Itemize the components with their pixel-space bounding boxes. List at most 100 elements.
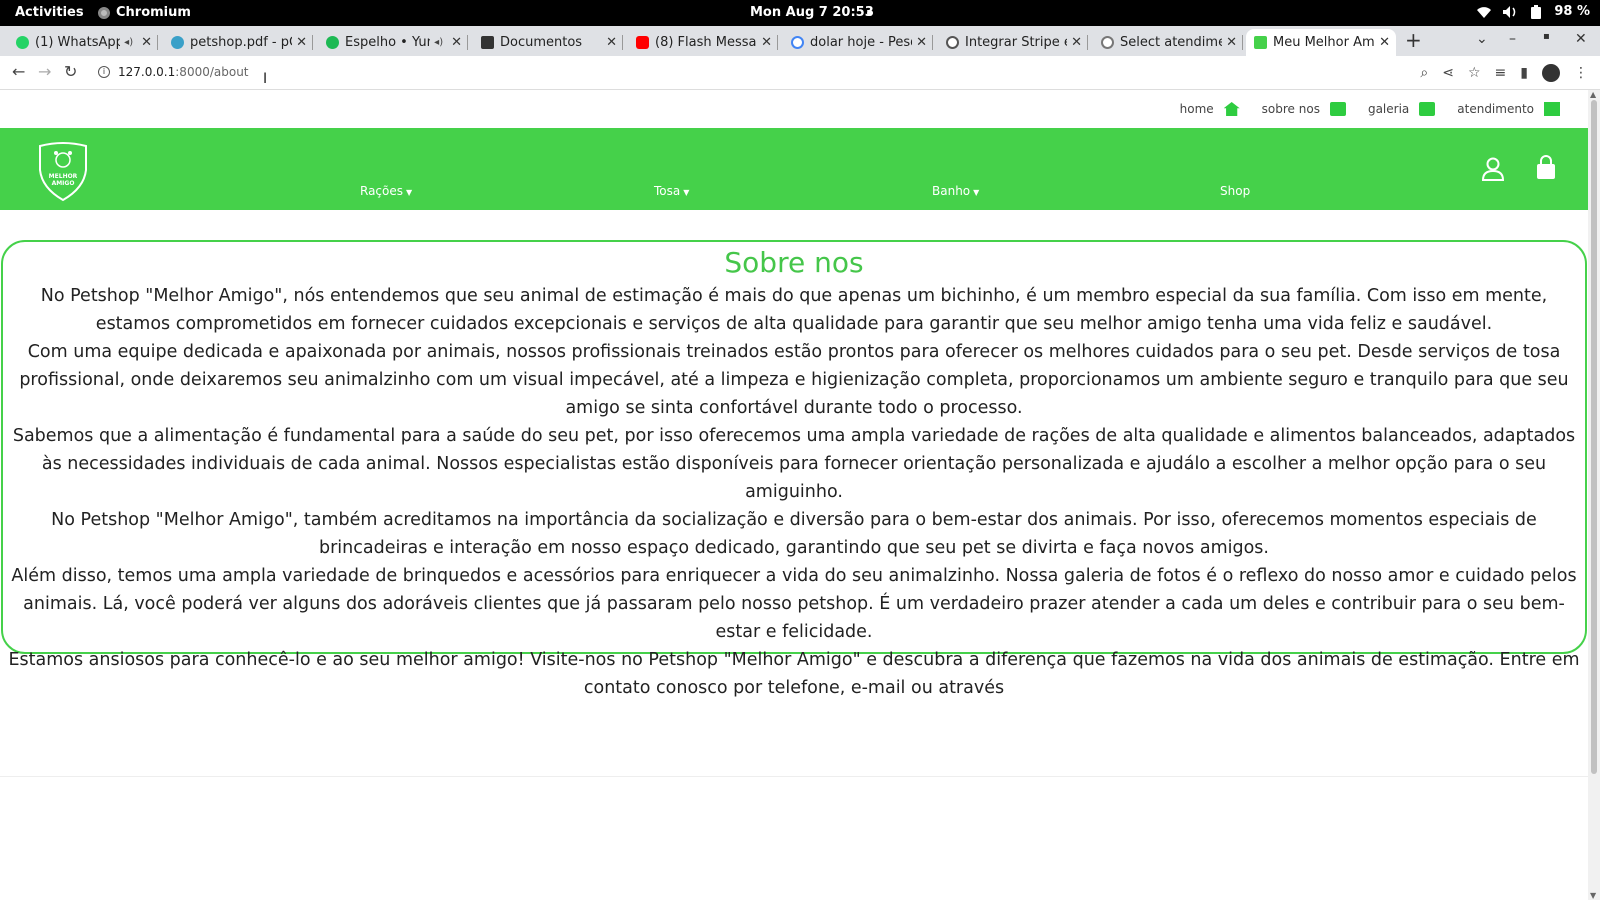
images-icon xyxy=(1419,102,1436,116)
reload-icon[interactable]: ↻ xyxy=(64,62,77,81)
side-panel-icon[interactable]: ▮ xyxy=(1520,65,1528,81)
link-atendimento[interactable]: atendimento xyxy=(1457,102,1560,116)
caret-down-icon: ▼ xyxy=(683,188,690,197)
close-icon[interactable]: ✕ xyxy=(296,35,307,50)
shopping-bag-icon[interactable] xyxy=(1533,155,1559,181)
battery-percent: 98 % xyxy=(1554,4,1590,19)
tab-title: dolar hoje - Pesqu xyxy=(810,35,912,50)
scroll-up-arrow-icon[interactable]: ▲ xyxy=(1590,90,1596,99)
activities-button[interactable]: Activities xyxy=(15,5,84,20)
tab-youtube[interactable]: (8) Flash Message ✕ xyxy=(628,29,778,56)
main-navbar: MELHOR AMIGO Rações ▼ Tosa ▼ Banho ▼ Shop xyxy=(0,128,1588,210)
top-links: home sobre nos galeria atendimento xyxy=(0,90,1588,128)
new-tab-button[interactable]: + xyxy=(1405,28,1422,52)
tab-documentos[interactable]: Documentos ✕ xyxy=(473,29,623,56)
about-paragraph-2: Com uma equipe dedicada e apaixonada por… xyxy=(19,342,1569,418)
url-path: :8000/about xyxy=(175,65,249,79)
tab-title: Espelho • Yun xyxy=(345,35,431,50)
tab-title: petshop.pdf - pCl xyxy=(190,35,293,50)
globe-icon xyxy=(1101,36,1114,49)
forward-arrow-icon[interactable]: → xyxy=(38,62,51,81)
google-icon xyxy=(791,36,804,49)
close-icon[interactable]: ✕ xyxy=(606,35,617,50)
caret-down-icon: ▼ xyxy=(406,188,413,197)
svg-text:MELHOR: MELHOR xyxy=(49,173,78,180)
tab-search-chevron-icon[interactable]: ⌄ xyxy=(1476,31,1488,47)
address-bar[interactable]: i 127.0.0.1:8000/about xyxy=(98,65,249,79)
profile-avatar-icon[interactable] xyxy=(1542,64,1560,82)
back-arrow-icon[interactable]: ← xyxy=(12,62,25,81)
about-paragraph-3: Sabemos que a alimentação é fundamental … xyxy=(12,426,1576,502)
bookmark-star-icon[interactable]: ☆ xyxy=(1468,65,1481,81)
reading-list-icon[interactable]: ≡ xyxy=(1495,65,1507,81)
tab-title: Select atendiment xyxy=(1120,35,1223,50)
menu-racoes[interactable]: Rações ▼ xyxy=(360,184,412,198)
close-icon[interactable]: ✕ xyxy=(1226,35,1237,50)
envelope-icon xyxy=(1544,102,1560,116)
clock[interactable]: Mon Aug 7 20:53 xyxy=(750,5,874,20)
share-icon[interactable]: ⋖ xyxy=(1442,65,1454,81)
menu-banho[interactable]: Banho ▼ xyxy=(932,184,979,198)
close-icon[interactable]: ✕ xyxy=(141,35,152,50)
whatsapp-icon xyxy=(16,36,29,49)
youtube-icon xyxy=(636,36,649,49)
shield-logo-icon: MELHOR AMIGO xyxy=(39,142,87,202)
system-tray[interactable]: 98 % xyxy=(1476,4,1590,19)
browser-toolbar: ← → ↻ i 127.0.0.1:8000/about Ι ⌕ ⋖ ☆ ≡ ▮… xyxy=(0,56,1600,90)
link-home[interactable]: home xyxy=(1180,102,1240,116)
site-info-icon[interactable]: i xyxy=(98,66,110,78)
link-galeria[interactable]: galeria xyxy=(1368,102,1436,116)
about-title: Sobre nos xyxy=(724,246,864,279)
chatgpt-icon xyxy=(946,36,959,49)
tab-google-search[interactable]: dolar hoje - Pesqu ✕ xyxy=(783,29,933,56)
scroll-down-arrow-icon[interactable]: ▼ xyxy=(1590,891,1596,900)
menu-banho-label: Banho xyxy=(932,184,971,198)
menu-shop[interactable]: Shop xyxy=(1220,184,1250,198)
page-scrollbar[interactable]: ▲ ▼ xyxy=(1588,90,1600,900)
wifi-icon xyxy=(1477,6,1492,18)
menu-dots-icon[interactable]: ⋮ xyxy=(1574,65,1588,81)
close-icon[interactable]: ✕ xyxy=(916,35,927,50)
tab-stripe[interactable]: Integrar Stripe em ✕ xyxy=(938,29,1088,56)
tab-meu-melhor-amigo[interactable]: Meu Melhor Amig ✕ xyxy=(1246,29,1396,56)
site-logo[interactable]: MELHOR AMIGO xyxy=(32,140,94,202)
about-section: Sobre nos No Petshop "Melhor Amigo", nós… xyxy=(1,240,1587,698)
chromium-icon xyxy=(98,6,110,19)
tab-spotify[interactable]: Espelho • Yun ◂) ✕ xyxy=(318,29,468,56)
about-paragraph-6: Estamos ansiosos para conhecê-lo e ao se… xyxy=(8,650,1580,698)
menu-racoes-label: Rações xyxy=(360,184,404,198)
link-sobre-nos[interactable]: sobre nos xyxy=(1262,102,1346,116)
minimize-button[interactable]: – xyxy=(1509,31,1516,47)
user-icon[interactable] xyxy=(1480,156,1506,182)
scrollbar-thumb[interactable] xyxy=(1591,100,1597,774)
tab-whatsapp[interactable]: (1) WhatsApp ◂) ✕ xyxy=(8,29,158,56)
url-host: 127.0.0.1 xyxy=(118,65,176,79)
text-cursor-icon: Ι xyxy=(263,71,268,87)
app-name: Chromium xyxy=(116,5,191,20)
maximize-button[interactable]: ▪ xyxy=(1543,31,1550,42)
menu-tosa[interactable]: Tosa ▼ xyxy=(654,184,689,198)
spotify-icon xyxy=(326,36,339,49)
zoom-icon[interactable]: ⌕ xyxy=(1420,65,1428,81)
tab-title: Meu Melhor Amig xyxy=(1273,35,1375,50)
menu-tosa-label: Tosa xyxy=(654,184,681,198)
site-favicon-icon xyxy=(1254,36,1267,49)
close-icon[interactable]: ✕ xyxy=(1379,35,1390,50)
close-icon[interactable]: ✕ xyxy=(451,35,462,50)
volume-icon xyxy=(1503,5,1516,18)
close-window-button[interactable]: ✕ xyxy=(1575,31,1587,47)
close-icon[interactable]: ✕ xyxy=(761,35,772,50)
tab-petshop-pdf[interactable]: petshop.pdf - pCl ✕ xyxy=(163,29,313,56)
notification-dot-icon xyxy=(867,10,873,16)
tab-select-atendimento[interactable]: Select atendiment ✕ xyxy=(1093,29,1243,56)
speaker-icon[interactable]: ◂) xyxy=(124,37,133,48)
system-top-bar: Activities Chromium Mon Aug 7 20:53 98 % xyxy=(0,0,1600,26)
about-paragraph-4: No Petshop "Melhor Amigo", também acredi… xyxy=(51,510,1537,558)
toolbar-actions: ⌕ ⋖ ☆ ≡ ▮ ⋮ xyxy=(1420,64,1588,82)
link-home-label: home xyxy=(1179,102,1214,116)
home-icon xyxy=(1223,102,1240,116)
speaker-icon[interactable]: ◂) xyxy=(434,37,443,48)
battery-icon xyxy=(1531,4,1542,19)
app-menu[interactable]: Chromium xyxy=(98,5,191,20)
close-icon[interactable]: ✕ xyxy=(1071,35,1082,50)
